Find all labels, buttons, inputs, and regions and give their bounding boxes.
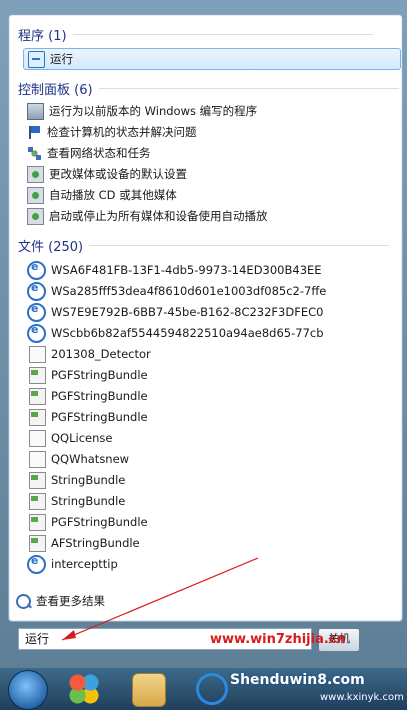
file-label: QQLicense (51, 431, 113, 445)
result-network[interactable]: 查看网络状态和任务 (27, 143, 151, 163)
result-compat[interactable]: 运行为以前版本的 Windows 编写的程序 (27, 101, 257, 121)
result-label: 运行 (50, 52, 73, 66)
file-item[interactable]: intercepttip (27, 554, 118, 574)
result-label: 自动播放 CD 或其他媒体 (49, 188, 177, 202)
file-item[interactable]: 201308_Detector (27, 344, 151, 364)
result-label: 更改媒体或设备的默认设置 (49, 167, 187, 181)
result-action-center[interactable]: 检查计算机的状态并解决问题 (27, 122, 197, 142)
autoplay-icon (27, 186, 44, 204)
file-label: StringBundle (51, 473, 126, 487)
file-label: WSA6F481FB-13F1-4db5-9973-14ED300B43EE (51, 263, 322, 277)
file-item[interactable]: PGFStringBundle (27, 512, 148, 532)
result-label: 检查计算机的状态并解决问题 (47, 125, 197, 139)
flag-icon (27, 125, 42, 140)
result-label: 查看网络状态和任务 (47, 146, 151, 160)
run-icon (28, 50, 45, 68)
file-label: PGFStringBundle (51, 368, 148, 382)
file-label: StringBundle (51, 494, 126, 508)
file-item[interactable]: AFStringBundle (27, 533, 140, 553)
see-more-results-link[interactable]: 查看更多结果 (16, 593, 105, 609)
file-item[interactable]: QQWhatsnew (27, 449, 129, 469)
file-label: WScbb6b82af5544594822510a94ae8d65-77cb (51, 326, 324, 340)
ie-file-icon (27, 302, 46, 322)
file-item[interactable]: WScbb6b82af5544594822510a94ae8d65-77cb (27, 323, 324, 343)
result-run[interactable]: 运行 (23, 48, 401, 70)
document-icon (29, 345, 46, 363)
xml-file-icon (29, 534, 46, 552)
file-item[interactable]: PGFStringBundle (27, 386, 148, 406)
file-label: intercepttip (51, 557, 118, 571)
xml-file-icon (29, 366, 46, 384)
file-label: WS7E9E792B-6BB7-45be-B162-8C232F3DFEC0 (51, 305, 324, 319)
watermark-site3: www.kxinyk.com (320, 692, 404, 703)
xml-file-icon (29, 408, 46, 426)
file-label: WSa285fff53dea4f8610d601e1003df085c2-7ff… (51, 284, 327, 298)
ie-file-icon (27, 281, 46, 301)
watermark-site2: Shenduwin8.com (230, 672, 365, 688)
result-label: 运行为以前版本的 Windows 编写的程序 (49, 104, 258, 118)
file-label: QQWhatsnew (51, 452, 130, 466)
xml-file-icon (29, 471, 46, 489)
search-results-panel: 程序 (1) 运行 控制面板 (6) 运行为以前版本的 Windows 编写的程… (8, 14, 403, 622)
network-icon (27, 145, 42, 161)
file-item[interactable]: QQLicense (27, 428, 112, 448)
file-item[interactable]: StringBundle (27, 491, 125, 511)
ie-taskbar-icon[interactable] (196, 673, 228, 705)
start-button[interactable] (8, 670, 48, 710)
file-label: PGFStringBundle (51, 515, 148, 529)
section-header-control-panel: 控制面板 (6) (18, 79, 397, 98)
autoplay-icon (27, 165, 44, 183)
xml-file-icon (29, 387, 46, 405)
section-header-files: 文件 (250) (18, 236, 390, 255)
section-header-programs: 程序 (1) (18, 25, 370, 44)
file-item[interactable]: StringBundle (27, 470, 125, 490)
explorer-icon[interactable] (132, 673, 166, 707)
file-item[interactable]: WSA6F481FB-13F1-4db5-9973-14ED300B43EE (27, 260, 322, 280)
file-item[interactable]: WS7E9E792B-6BB7-45be-B162-8C232F3DFEC0 (27, 302, 323, 322)
compatibility-icon (27, 102, 44, 120)
file-label: AFStringBundle (51, 536, 140, 550)
file-label: 201308_Detector (51, 347, 151, 361)
file-item[interactable]: WSa285fff53dea4f8610d601e1003df085c2-7ff… (27, 281, 326, 301)
result-label: 启动或停止为所有媒体和设备使用自动播放 (49, 209, 268, 223)
see-more-label: 查看更多结果 (36, 594, 105, 608)
file-label: PGFStringBundle (51, 389, 148, 403)
file-item[interactable]: PGFStringBundle (27, 365, 148, 385)
ie-file-icon (27, 323, 46, 343)
file-item[interactable]: PGFStringBundle (27, 407, 148, 427)
document-icon (29, 429, 46, 447)
file-label: PGFStringBundle (51, 410, 148, 424)
xml-file-icon (29, 513, 46, 531)
search-icon (16, 593, 31, 609)
autoplay-icon (27, 207, 44, 225)
ie-file-icon (27, 554, 46, 574)
result-autoplay-toggle[interactable]: 启动或停止为所有媒体和设备使用自动播放 (27, 206, 268, 226)
result-media-defaults[interactable]: 更改媒体或设备的默认设置 (27, 164, 187, 184)
start-menu: 程序 (1) 运行 控制面板 (6) 运行为以前版本的 Windows 编写的程… (0, 0, 407, 668)
palette-app-icon[interactable] (68, 673, 100, 705)
ie-file-icon (27, 260, 46, 280)
xml-file-icon (29, 492, 46, 510)
document-icon (29, 450, 46, 468)
result-autoplay-cd[interactable]: 自动播放 CD 或其他媒体 (27, 185, 177, 205)
watermark-site1: www.win7zhijia.cn (210, 632, 346, 647)
